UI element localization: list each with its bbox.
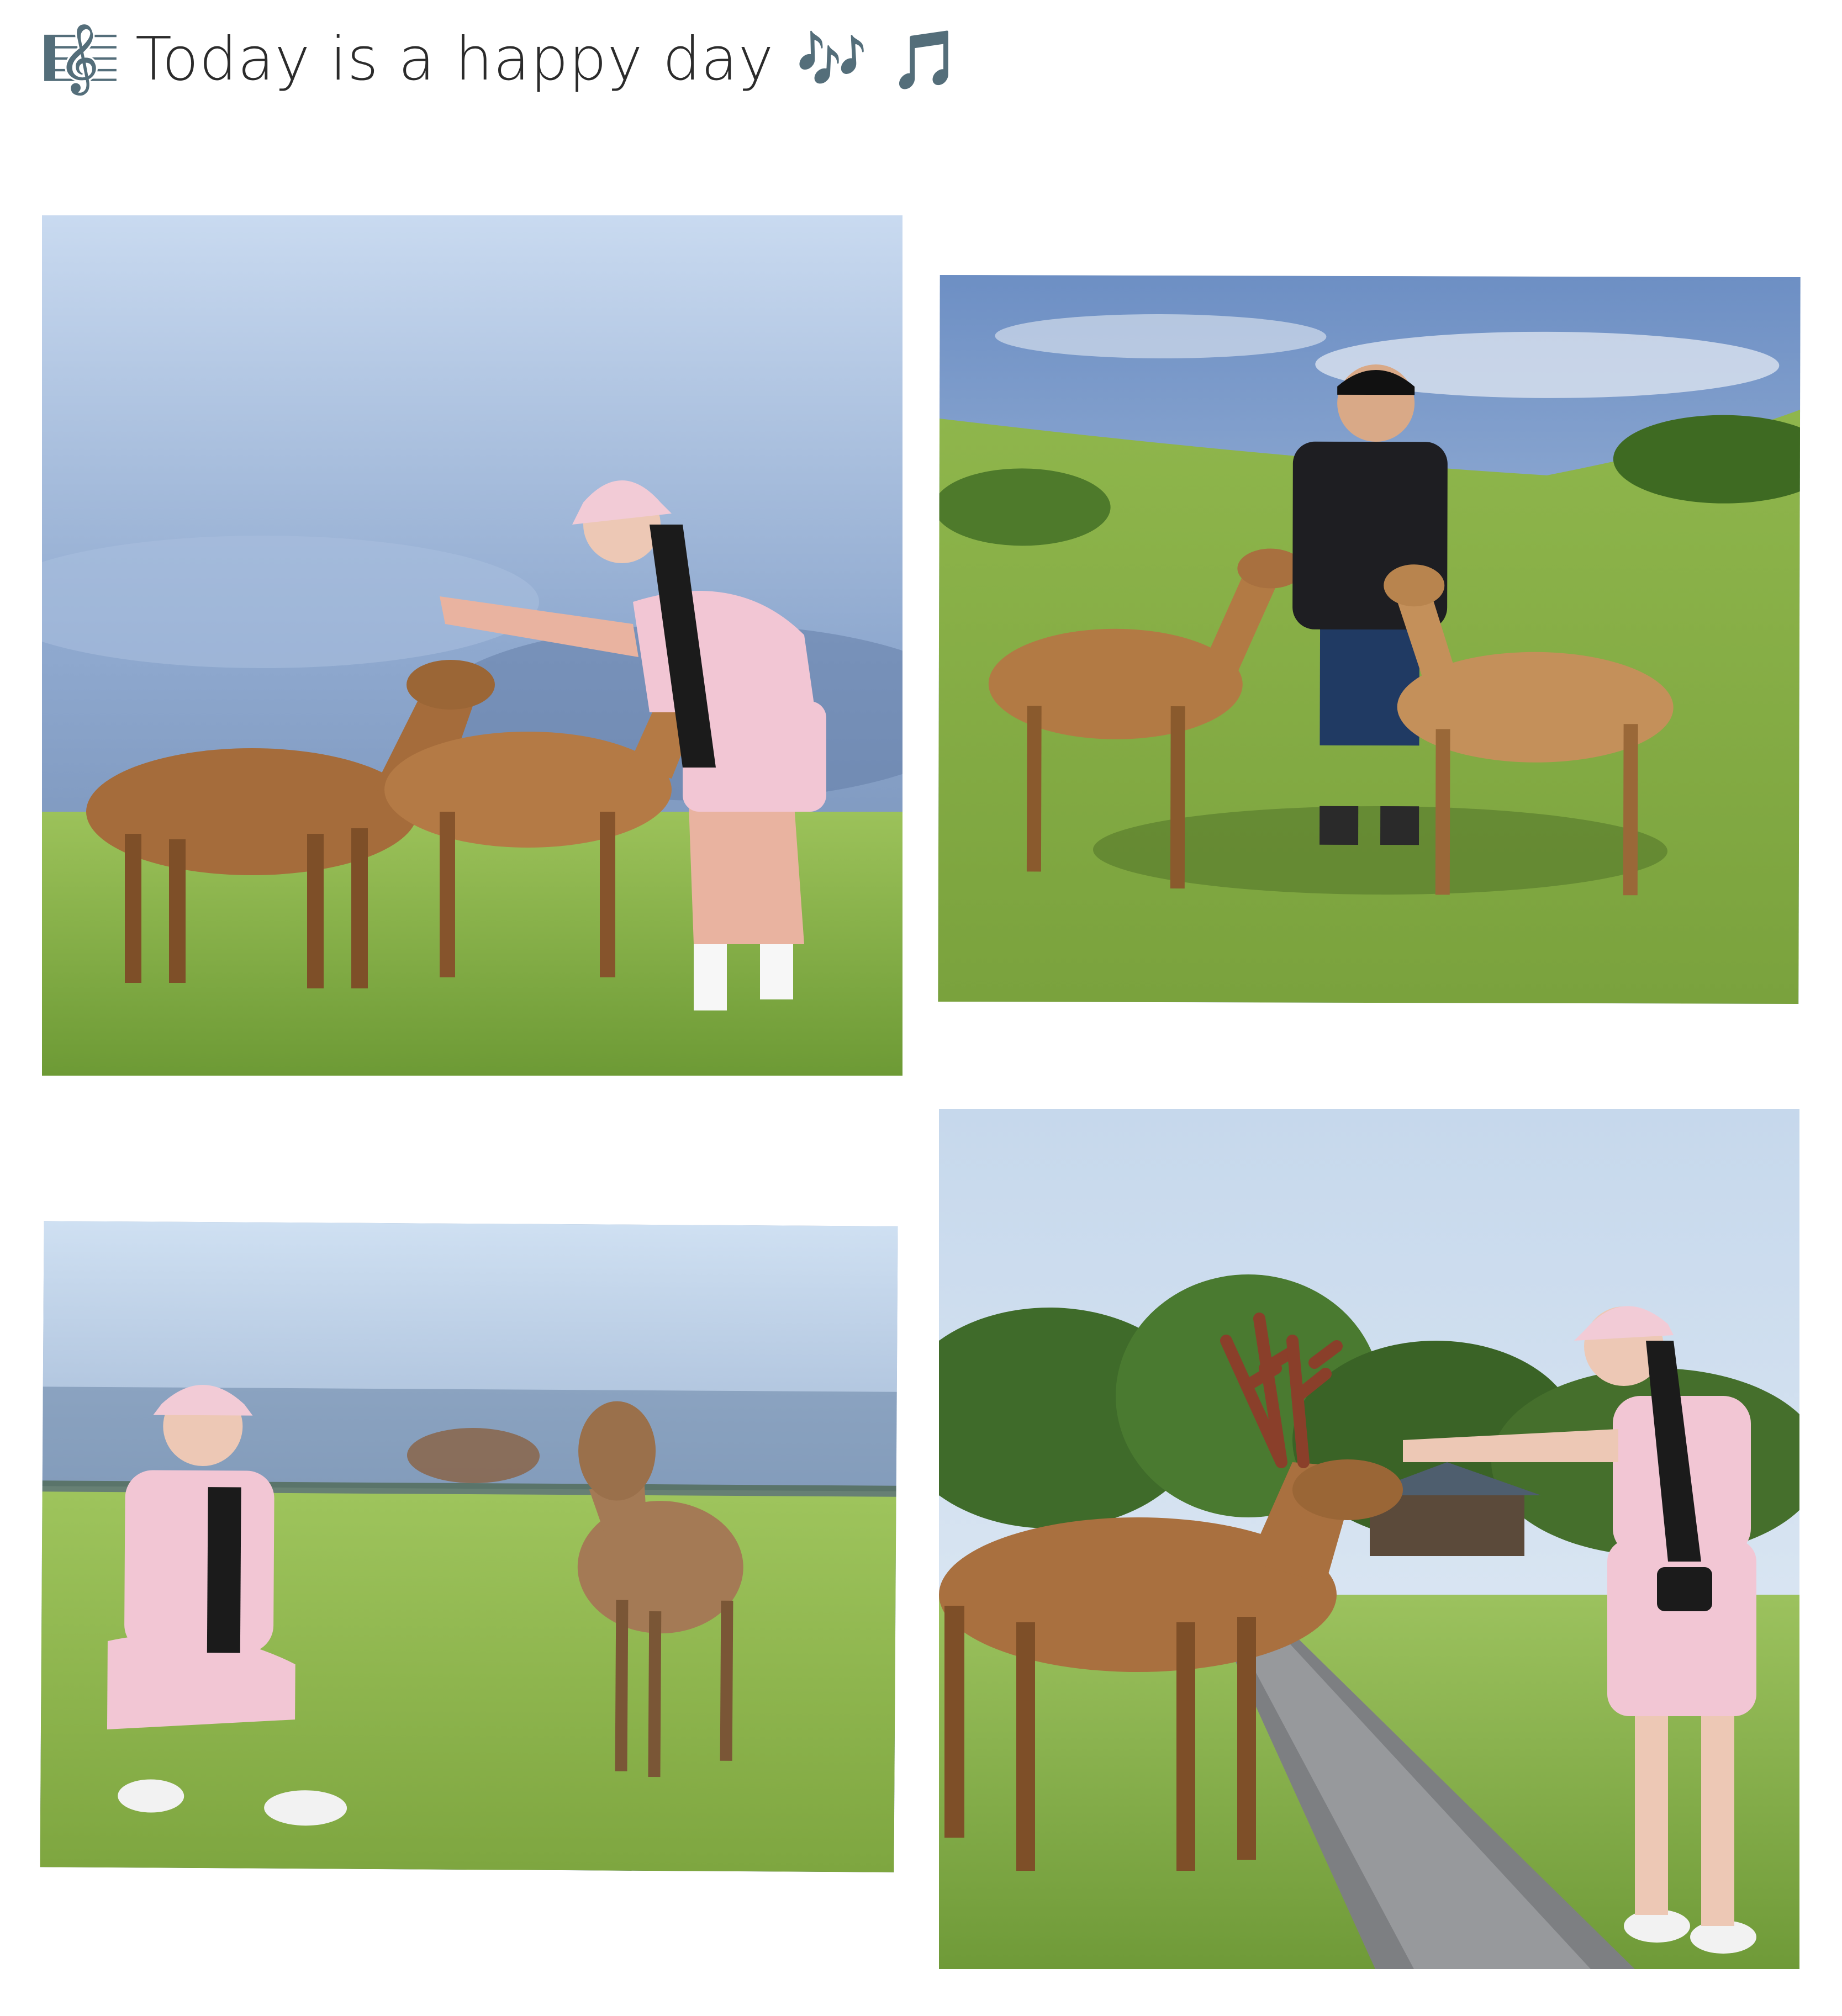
photo-woman-petting-deer[interactable] (42, 215, 902, 1076)
page-title: Today is a happy day (135, 25, 774, 94)
photo-woman-feeding-stag-image (939, 1109, 1799, 1969)
photo-woman-posing-with-deer-image (40, 1221, 898, 1872)
photo-man-with-two-deer[interactable] (938, 274, 1801, 1004)
photo-woman-petting-deer-image (42, 215, 902, 1076)
music-score-icon: 🎼 (40, 22, 121, 98)
page-header: 🎼 Today is a happy day 🎶 🎵 (40, 21, 961, 98)
music-note-icon: 🎵 (889, 26, 962, 93)
photo-woman-feeding-stag[interactable] (939, 1109, 1799, 1969)
photo-woman-posing-with-deer[interactable] (40, 1221, 898, 1872)
music-notes-icon: 🎶 (796, 26, 868, 93)
photo-man-with-two-deer-image (938, 274, 1801, 1004)
